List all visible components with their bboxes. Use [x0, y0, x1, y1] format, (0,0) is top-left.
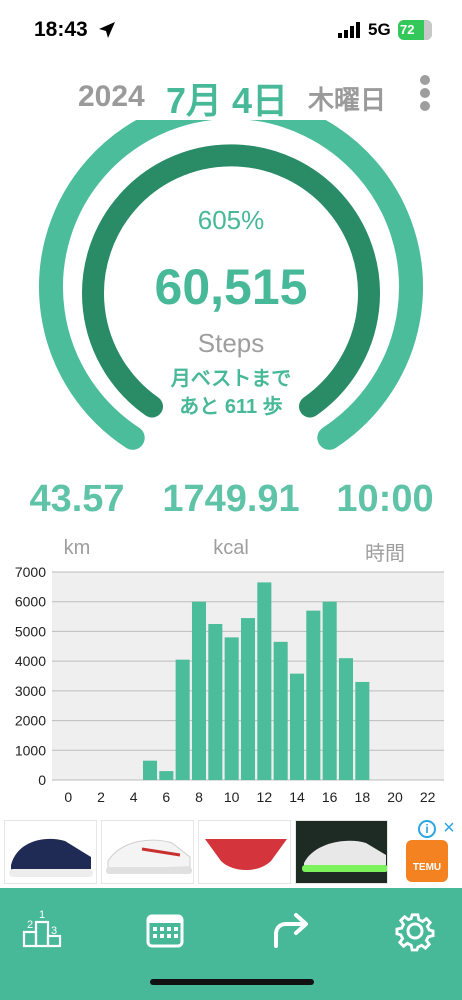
ad-product-1[interactable] — [4, 820, 97, 884]
x-tick-label: 10 — [224, 789, 240, 805]
calories-unit: kcal — [213, 537, 249, 559]
ad-product-2[interactable] — [101, 820, 194, 884]
chart-bar — [240, 618, 256, 780]
location-arrow-icon — [99, 22, 115, 38]
steps-unit: Steps — [197, 328, 265, 358]
duration-value: 10:00 — [336, 478, 434, 520]
ad-banner[interactable]: i × — [0, 816, 462, 888]
x-tick-label: 0 — [64, 789, 72, 805]
chart-bar — [273, 641, 288, 780]
y-tick-label: 3000 — [15, 683, 46, 699]
calories-stat: 1749.91 kcal — [154, 478, 308, 560]
led-sneaker-image — [296, 821, 387, 883]
step-count: 60,515 — [154, 259, 308, 315]
sneaker-navy-image — [5, 821, 96, 883]
y-tick-label: 6000 — [15, 594, 46, 610]
x-tick-label: 2 — [97, 789, 105, 805]
chart-bar — [208, 624, 223, 780]
y-tick-label: 7000 — [15, 566, 46, 580]
svg-text:3: 3 — [51, 925, 57, 937]
ad-info-icon[interactable]: i — [418, 820, 436, 838]
date-header: 2024 7月 4日 木曜日 — [0, 70, 462, 121]
y-tick-label: 0 — [38, 772, 46, 788]
sneaker-white-image — [102, 821, 193, 883]
calendar-icon[interactable] — [138, 904, 192, 958]
goal-percent: 605% — [197, 205, 265, 235]
chart-bar — [322, 601, 337, 780]
battery-icon: 72 — [398, 20, 432, 40]
x-tick-label: 6 — [162, 789, 170, 805]
date-month-day[interactable]: 7月 4日 — [166, 72, 288, 124]
battery-level: 72 — [400, 22, 415, 37]
hourly-steps-chart: 0 1000 2000 3000 4000 5000 6000 7000 0 2 4 6 8 10 12 14… — [15, 566, 444, 805]
x-tick-label: 12 — [257, 789, 273, 805]
temu-brand: TEMU — [412, 862, 442, 873]
chart-bar — [224, 637, 239, 780]
more-menu-icon[interactable] — [412, 72, 438, 112]
status-bar: 18:43 5G 72 — [0, 0, 462, 60]
distance-value: 43.57 — [29, 478, 125, 520]
ad-product-3[interactable] — [198, 820, 291, 884]
y-tick-label: 4000 — [15, 653, 46, 669]
x-tick-label: 18 — [355, 789, 371, 805]
y-tick-label: 5000 — [15, 623, 46, 639]
chart-bar — [355, 681, 370, 780]
duration-stat: 10:00 時間 — [308, 478, 462, 566]
chart-bar — [338, 658, 354, 780]
monthly-best-line2: あと 611 歩 — [179, 396, 283, 418]
temu-logo[interactable]: TEMU — [406, 840, 448, 882]
date-year: 2024 — [78, 80, 145, 113]
distance-stat: 43.57 km — [0, 478, 154, 560]
calories-value: 1749.91 — [162, 478, 300, 520]
ad-close-icon[interactable]: × — [440, 818, 458, 838]
swim-brief-image — [199, 821, 290, 883]
x-tick-label: 4 — [130, 789, 138, 805]
x-tick-label: 16 — [322, 789, 338, 805]
x-tick-label: 22 — [420, 789, 436, 805]
signal-icon — [338, 22, 360, 38]
status-time: 18:43 — [34, 18, 88, 41]
chart-bar — [257, 582, 272, 780]
ad-product-4[interactable] — [295, 820, 388, 884]
y-tick-label: 1000 — [15, 742, 46, 758]
chart-bar — [175, 659, 190, 780]
date-weekday: 木曜日 — [308, 85, 387, 115]
distance-unit: km — [63, 537, 91, 559]
svg-text:2: 2 — [27, 919, 33, 931]
svg-text:1: 1 — [39, 909, 45, 921]
network-label: 5G — [368, 20, 391, 39]
chart-bar — [306, 610, 321, 780]
x-tick-label: 14 — [289, 789, 305, 805]
monthly-best-line1: 月ベストまで — [170, 368, 292, 390]
chart-bar — [289, 673, 305, 780]
chart-bar — [191, 601, 207, 780]
chart-bar — [159, 771, 174, 780]
x-tick-label: 20 — [387, 789, 403, 805]
home-indicator — [150, 979, 314, 985]
ranking-icon[interactable]: 1 2 3 — [16, 904, 70, 958]
duration-unit: 時間 — [365, 543, 405, 565]
chart-bar — [142, 760, 158, 780]
y-tick-label: 2000 — [15, 713, 46, 729]
share-icon[interactable] — [264, 904, 318, 958]
settings-icon[interactable] — [388, 904, 442, 958]
x-tick-label: 8 — [195, 789, 203, 805]
